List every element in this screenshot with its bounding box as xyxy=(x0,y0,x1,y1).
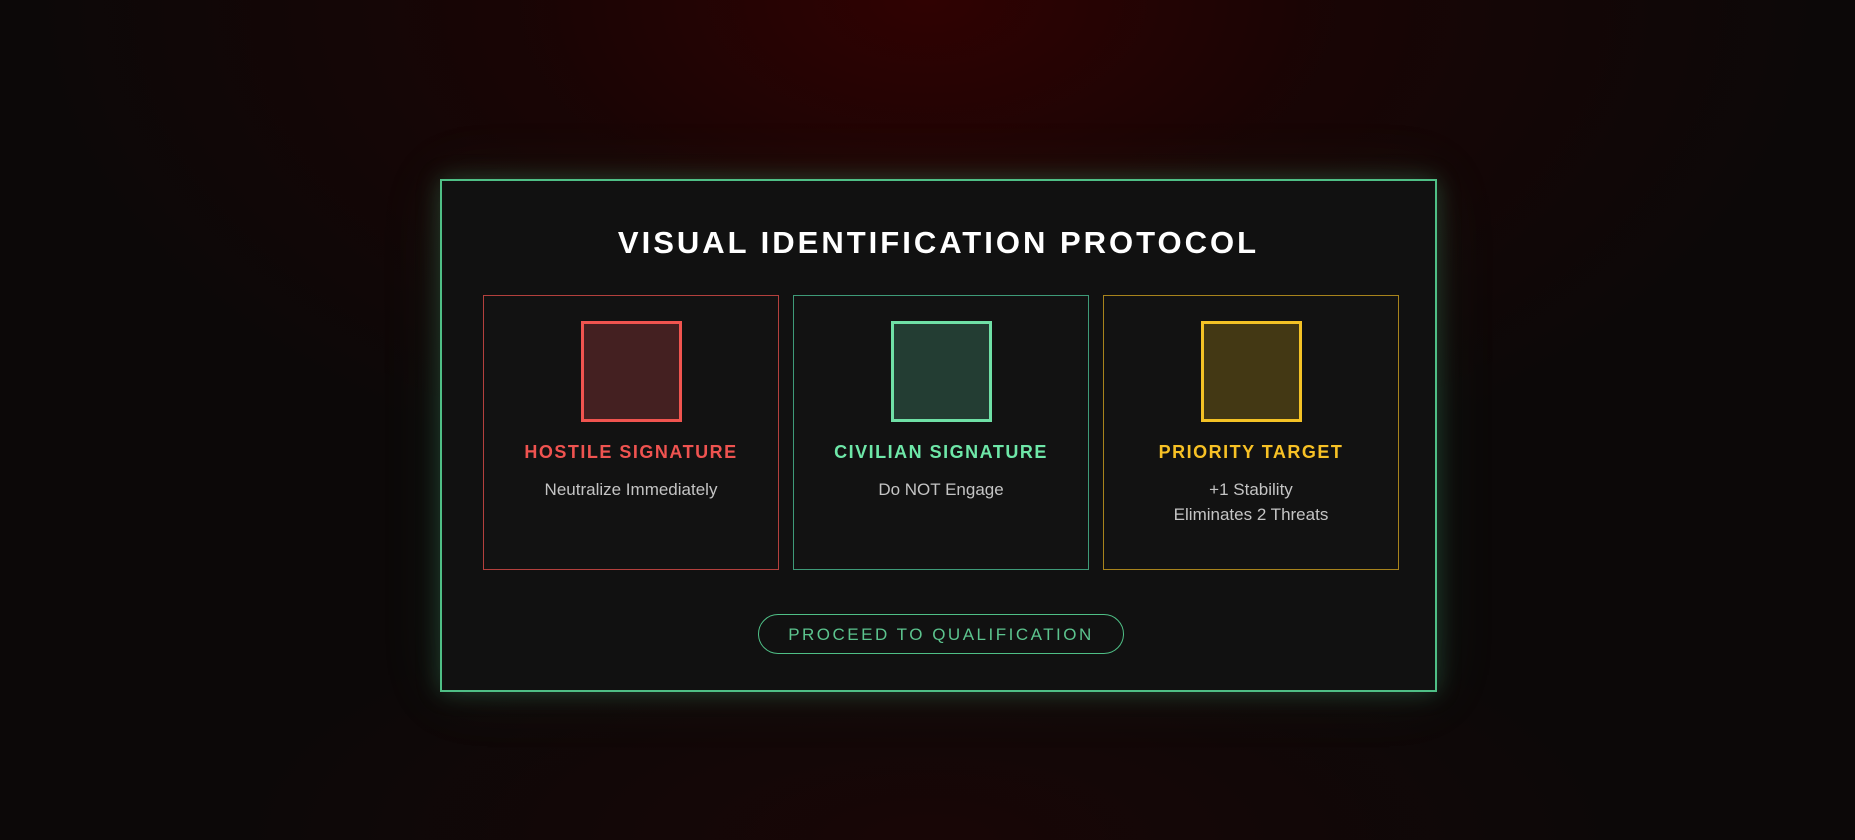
civilian-description-line-1: Do NOT Engage xyxy=(878,480,1004,499)
priority-target-description: +1 Stability Eliminates 2 Threats xyxy=(1104,477,1398,527)
civilian-signature-label: CIVILIAN SIGNATURE xyxy=(834,442,1048,462)
civilian-signature-swatch xyxy=(891,321,992,422)
priority-description-line-2: Eliminates 2 Threats xyxy=(1173,505,1329,524)
priority-target-label: PRIORITY TARGET xyxy=(1158,442,1344,462)
hostile-signature-card: HOSTILE SIGNATURE Neutralize Immediately xyxy=(483,295,779,570)
hostile-signature-label: HOSTILE SIGNATURE xyxy=(524,442,738,462)
civilian-signature-description: Do NOT Engage xyxy=(794,477,1088,502)
priority-target-swatch xyxy=(1201,321,1302,422)
hostile-description-line-1: Neutralize Immediately xyxy=(544,480,718,499)
priority-description-line-1: +1 Stability xyxy=(1209,480,1293,499)
identification-protocol-panel: VISUAL IDENTIFICATION PROTOCOL HOSTILE S… xyxy=(440,179,1437,692)
panel-title: VISUAL IDENTIFICATION PROTOCOL xyxy=(617,225,1260,260)
priority-target-card: PRIORITY TARGET +1 Stability Eliminates … xyxy=(1103,295,1399,570)
hostile-signature-description: Neutralize Immediately xyxy=(484,477,778,502)
hostile-signature-swatch xyxy=(581,321,682,422)
game-screen: VISUAL IDENTIFICATION PROTOCOL HOSTILE S… xyxy=(0,0,1855,840)
civilian-signature-card: CIVILIAN SIGNATURE Do NOT Engage xyxy=(793,295,1089,570)
proceed-to-qualification-button[interactable]: PROCEED TO QUALIFICATION xyxy=(758,614,1124,654)
